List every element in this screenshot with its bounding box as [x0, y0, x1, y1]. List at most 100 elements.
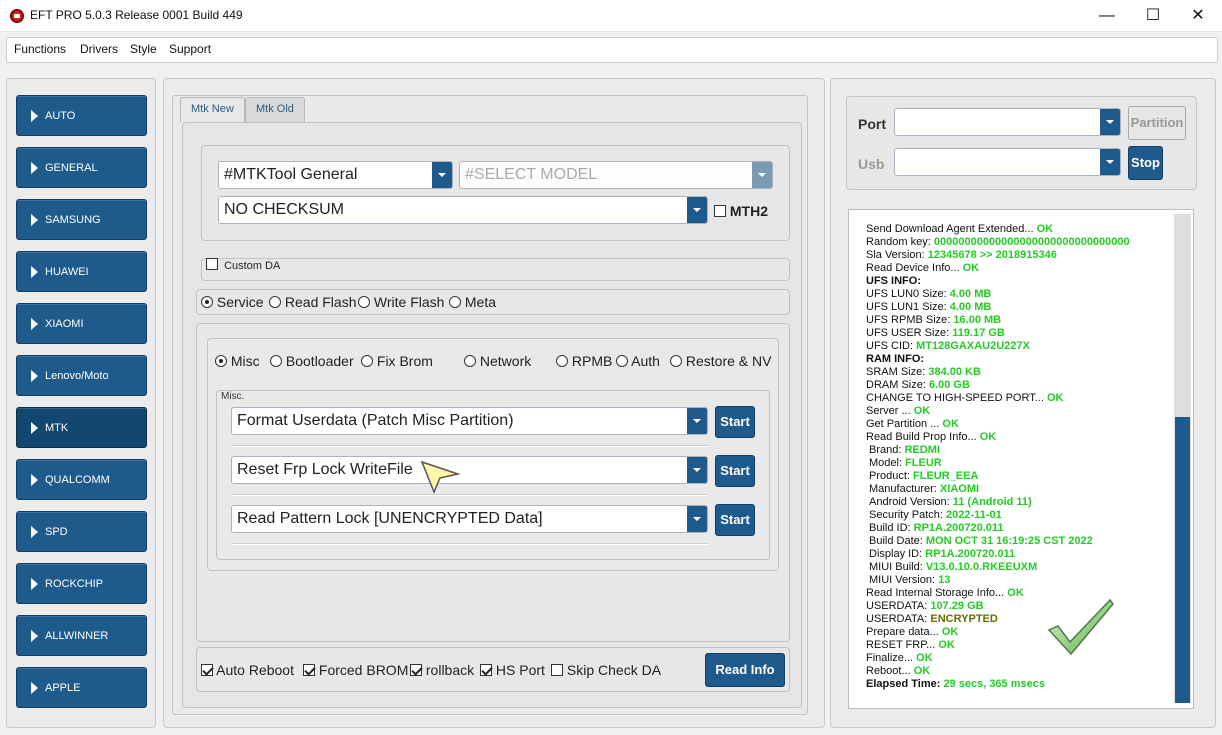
- log-line: Read Device Info... OK: [866, 262, 1130, 275]
- radio-write-flash[interactable]: Write Flash: [358, 294, 444, 310]
- radio-network[interactable]: Network: [464, 353, 531, 369]
- radio-service[interactable]: Service: [201, 294, 264, 310]
- radio-auth[interactable]: Auth: [616, 353, 660, 369]
- log-line: Brand: REDMI: [866, 444, 1130, 457]
- auto-reboot-box: [201, 664, 213, 676]
- log-line-value: OK: [938, 639, 955, 651]
- log-line: MIUI Version: 13: [866, 574, 1130, 587]
- sidebar-item-auto[interactable]: AUTO: [16, 95, 147, 136]
- tab-mtk-new[interactable]: Mtk New: [180, 97, 245, 122]
- radio-restore-nv-dot: [670, 355, 682, 367]
- log-line-value: OK: [1046, 392, 1064, 404]
- sidebar-item-spd[interactable]: SPD: [16, 511, 147, 552]
- log-line-value: 6.00 GB: [928, 379, 970, 391]
- menu-style[interactable]: Style: [130, 42, 157, 56]
- forced-brom-box: [303, 664, 315, 676]
- tool-combo[interactable]: #MTKTool General: [218, 161, 453, 189]
- sidebar-item-allwinner[interactable]: ALLWINNER: [16, 615, 147, 656]
- sidebar-item-lenovo-moto[interactable]: Lenovo/Moto: [16, 355, 147, 396]
- log-line-key: SRAM Size:: [866, 366, 929, 378]
- forced-brom-checkbox[interactable]: Forced BROM: [303, 662, 408, 678]
- auto-reboot-checkbox[interactable]: Auto Reboot: [201, 662, 294, 678]
- operation-combo-3[interactable]: Read Pattern Lock [UNENCRYPTED Data]: [231, 505, 708, 533]
- operation-combo-2[interactable]: Reset Frp Lock WriteFile: [231, 456, 708, 484]
- sidebar-item-apple[interactable]: APPLE: [16, 667, 147, 708]
- log-line: UFS CID: MT128GAXAU2U227X: [866, 340, 1130, 353]
- custom-da-label: Custom DA: [224, 260, 281, 272]
- radio-fix-brom-label: Fix Brom: [376, 353, 433, 369]
- caret-right-icon: [31, 214, 38, 226]
- sidebar-item-rockchip[interactable]: ROCKCHIP: [16, 563, 147, 604]
- minimize-button[interactable]: —: [1084, 0, 1130, 32]
- radio-network-label: Network: [479, 353, 532, 369]
- sidebar-item-xiaomi[interactable]: XIAOMI: [16, 303, 147, 344]
- skip-check-da-checkbox[interactable]: Skip Check DA: [551, 662, 661, 678]
- checksum-combo[interactable]: NO CHECKSUM: [218, 196, 708, 224]
- chevron-down-icon: [687, 408, 707, 434]
- log-line-value: OK: [979, 431, 997, 443]
- mth2-checkbox[interactable]: MTH2: [714, 203, 768, 219]
- caret-right-icon: [31, 318, 38, 330]
- hs-port-checkbox[interactable]: HS Port: [480, 662, 545, 678]
- log-line-value: 119.17 GB: [952, 327, 1005, 339]
- read-info-button[interactable]: Read Info: [705, 653, 785, 687]
- custom-da-checkbox[interactable]: Custom DA: [206, 258, 280, 272]
- sidebar-item-label: HUAWEI: [45, 266, 89, 278]
- sidebar-item-mtk[interactable]: MTK: [16, 407, 147, 448]
- start-button-2[interactable]: Start: [715, 455, 755, 487]
- sidebar-item-qualcomm[interactable]: QUALCOMM: [16, 459, 147, 500]
- model-combo[interactable]: #SELECT MODEL: [459, 161, 773, 189]
- radio-bootloader[interactable]: Bootloader: [270, 353, 354, 369]
- log-line-value: 00000000000000000000000000000000: [933, 236, 1130, 248]
- sidebar-item-huawei[interactable]: HUAWEI: [16, 251, 147, 292]
- radio-rpmb[interactable]: RPMB: [556, 353, 612, 369]
- radio-meta[interactable]: Meta: [449, 294, 496, 310]
- log-line-key: Random key:: [866, 236, 934, 248]
- log-line-key: UFS LUN0 Size:: [866, 288, 950, 300]
- menu-drivers[interactable]: Drivers: [80, 42, 118, 56]
- menu-functions[interactable]: Functions: [14, 42, 66, 56]
- radio-bootloader-dot: [270, 355, 282, 367]
- checksum-combo-value: NO CHECKSUM: [224, 201, 345, 218]
- radio-misc[interactable]: Misc: [215, 353, 260, 369]
- log-scrollbar-thumb[interactable]: [1175, 417, 1190, 703]
- log-line-key: CHANGE TO HIGH-SPEED PORT...: [866, 392, 1047, 404]
- chevron-down-icon: [687, 506, 707, 532]
- radio-read-flash-label: Read Flash: [284, 294, 357, 310]
- tab-mtk-old[interactable]: Mtk Old: [245, 97, 305, 122]
- log-line-value: 4.00 MB: [949, 301, 992, 313]
- radio-service-dot: [201, 296, 213, 308]
- custom-da-group: [201, 258, 790, 281]
- stop-button[interactable]: Stop: [1128, 146, 1163, 180]
- usb-combo[interactable]: [894, 148, 1121, 176]
- start-button-3[interactable]: Start: [715, 504, 755, 536]
- log-line: Security Patch: 2022-11-01: [866, 509, 1130, 522]
- log-line-value: 11 (Android 11): [952, 496, 1032, 508]
- start-button-1[interactable]: Start: [715, 406, 755, 438]
- rollback-checkbox[interactable]: rollback: [410, 662, 474, 678]
- forced-brom-label: Forced BROM: [318, 662, 409, 678]
- log-line-value: XIAOMI: [939, 483, 980, 495]
- radio-restore-nv[interactable]: Restore & NV: [670, 353, 771, 369]
- sidebar-item-label: MTK: [45, 422, 69, 434]
- radio-read-flash[interactable]: Read Flash: [269, 294, 356, 310]
- log-line-value: OK: [913, 405, 931, 417]
- sidebar-item-label: ROCKCHIP: [45, 578, 104, 590]
- log-line-key: Reboot...: [866, 665, 914, 677]
- maximize-button[interactable]: ☐: [1130, 0, 1176, 32]
- log-line-key: Read Build Prop Info...: [866, 431, 980, 443]
- partition-button[interactable]: Partition: [1128, 106, 1186, 140]
- menu-support[interactable]: Support: [169, 42, 211, 56]
- log-line-key: Get Partition ...: [866, 418, 943, 430]
- log-line: Random key: 0000000000000000000000000000…: [866, 236, 1130, 249]
- port-combo[interactable]: [894, 108, 1121, 136]
- log-line-value: ENCRYPTED: [930, 613, 998, 625]
- skip-check-da-box: [551, 664, 563, 676]
- operation-combo-1[interactable]: Format Userdata (Patch Misc Partition): [231, 407, 708, 435]
- sidebar-item-samsung[interactable]: SAMSUNG: [16, 199, 147, 240]
- sidebar-item-general[interactable]: GENERAL: [16, 147, 147, 188]
- radio-fix-brom-dot: [361, 355, 373, 367]
- caret-right-icon: [31, 162, 38, 174]
- radio-fix-brom[interactable]: Fix Brom: [361, 353, 433, 369]
- close-button[interactable]: ✕: [1175, 0, 1221, 32]
